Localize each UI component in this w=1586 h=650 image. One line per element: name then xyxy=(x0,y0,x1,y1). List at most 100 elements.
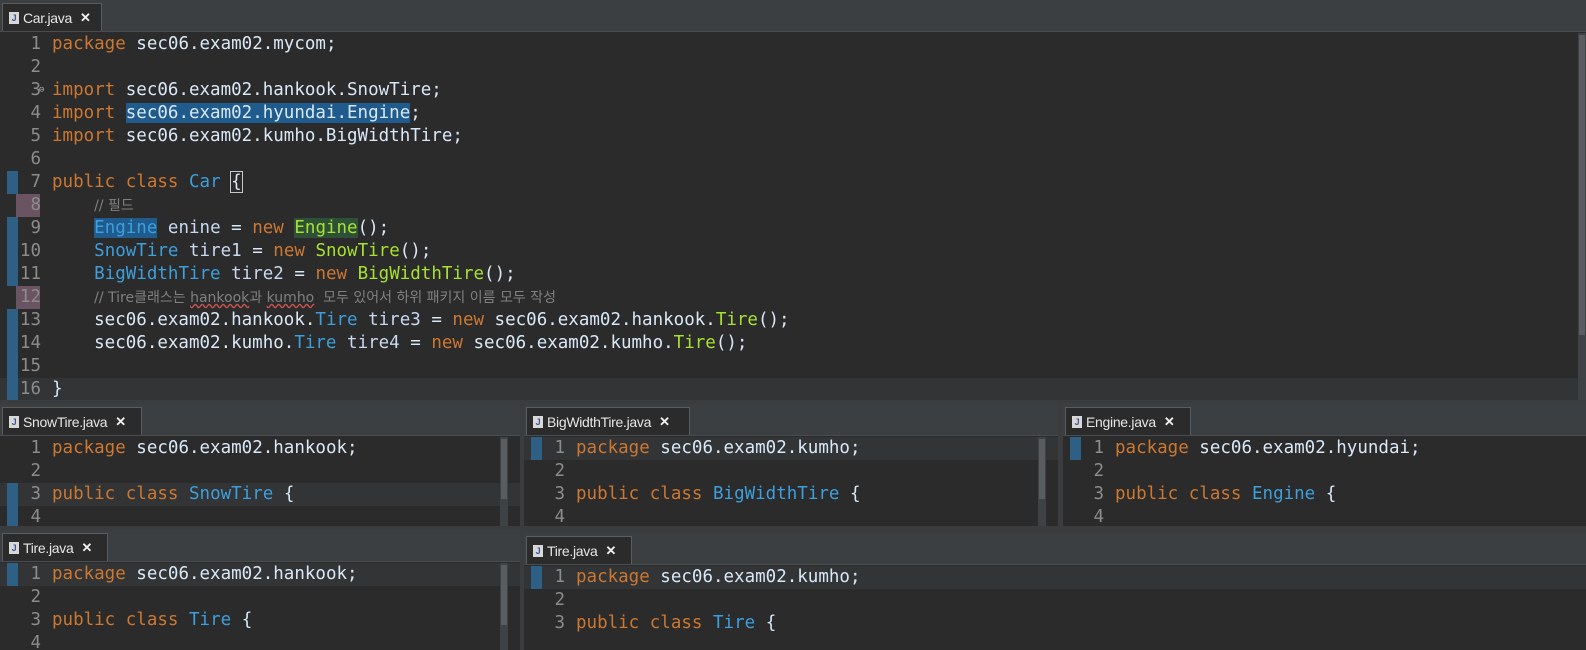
code-line[interactable]: 3 ⊖ import sec06.exam02.hankook.SnowTire; xyxy=(0,79,1586,102)
java-file-icon: J xyxy=(1072,415,1082,428)
code-line[interactable]: 2 xyxy=(0,56,1586,79)
tab-bar: J Tire.java ✕ xyxy=(0,530,520,562)
tab-bar: J Car.java ✕ xyxy=(0,0,1586,32)
line-number: 3 xyxy=(1093,484,1104,504)
editor-pane-engine[interactable]: J Engine.java ✕ 1 package sec06.exam02.hy… xyxy=(1063,404,1586,526)
code-area[interactable]: 1 package sec06.exam02.kumho; 2 3 public cla… xyxy=(524,437,1058,526)
code-text: import sec06.exam02.hyundai.Engine; xyxy=(52,103,421,123)
code-text: public class BigWidthTire { xyxy=(576,484,861,504)
close-icon[interactable]: ✕ xyxy=(1164,414,1175,430)
tab-label: Tire.java xyxy=(23,539,74,556)
code-line[interactable]: 14 sec06.exam02.kumho.Tire tire4 = new s… xyxy=(0,332,1586,355)
code-line[interactable]: 2 xyxy=(1063,460,1586,483)
vertical-scrollbar[interactable] xyxy=(1038,437,1046,526)
code-text: public class Car { xyxy=(52,171,243,193)
code-text: public class Engine { xyxy=(1115,484,1337,504)
code-line[interactable]: 1 package sec06.exam02.hankook; xyxy=(0,563,520,586)
code-text: BigWidthTire tire2 = new BigWidthTire(); xyxy=(94,264,516,284)
line-number: 2 xyxy=(30,587,41,607)
java-file-icon: J xyxy=(533,544,543,557)
tab-snowtire-java[interactable]: J SnowTire.java ✕ xyxy=(2,407,142,435)
line-number: 4 xyxy=(554,507,565,526)
code-line[interactable]: 3 public class SnowTire { xyxy=(0,483,520,506)
code-line[interactable]: 4 xyxy=(0,506,520,526)
code-line[interactable]: 1 package sec06.exam02.kumho; xyxy=(524,566,1586,589)
code-text: public class SnowTire { xyxy=(52,484,295,504)
line-number: 2 xyxy=(554,461,565,481)
code-line[interactable]: 1 package sec06.exam02.kumho; xyxy=(524,437,1058,460)
code-line[interactable]: 4 import sec06.exam02.hyundai.Engine; xyxy=(0,102,1586,125)
code-line[interactable]: 2 xyxy=(524,460,1058,483)
line-number: 3 xyxy=(30,484,41,504)
tab-tire-java[interactable]: J Tire.java ✕ xyxy=(2,533,108,561)
line-number: 14 xyxy=(19,333,41,353)
code-text: SnowTire tire1 = new SnowTire(); xyxy=(94,241,432,261)
line-number: 10 xyxy=(19,241,41,261)
close-icon[interactable]: ✕ xyxy=(81,540,92,556)
line-number: 11 xyxy=(19,264,41,284)
code-line[interactable]: 4 xyxy=(524,506,1058,526)
tab-label: Engine.java xyxy=(1086,413,1156,430)
code-text: import sec06.exam02.kumho.BigWidthTire; xyxy=(52,126,463,146)
editor-pane-tire-hankook[interactable]: J Tire.java ✕ 1 package sec06.exam02.hank… xyxy=(0,530,520,650)
code-line[interactable]: 16} xyxy=(0,378,1586,400)
code-text: public class Tire { xyxy=(576,613,777,633)
code-line[interactable]: 1 package sec06.exam02.hankook; xyxy=(0,437,520,460)
code-line[interactable]: 15 xyxy=(0,355,1586,378)
code-line[interactable]: 2 xyxy=(0,586,520,609)
code-line[interactable]: 3 public class Engine { xyxy=(1063,483,1586,506)
tab-engine-java[interactable]: J Engine.java ✕ xyxy=(1065,407,1191,435)
code-line[interactable]: 2 xyxy=(0,460,520,483)
code-area[interactable]: 1 package sec06.exam02.kumho; 2 3 public cla… xyxy=(524,566,1586,650)
code-area[interactable]: 1 package sec06.exam02.hankook; 2 3 public c… xyxy=(0,437,520,526)
code-line[interactable]: 6 xyxy=(0,148,1586,171)
tab-label: Car.java xyxy=(23,9,72,26)
vertical-scrollbar[interactable] xyxy=(500,563,508,650)
close-icon[interactable]: ✕ xyxy=(115,414,126,430)
editor-pane-tire-kumho[interactable]: J Tire.java ✕ 1 package sec06.exam02.kumh… xyxy=(524,533,1586,650)
editor-pane-bigwidthtire[interactable]: J BigWidthTire.java ✕ 1 package sec06.exa… xyxy=(524,404,1058,526)
close-icon[interactable]: ✕ xyxy=(659,414,670,430)
code-line[interactable]: 3 public class Tire { xyxy=(524,612,1586,635)
code-line[interactable]: 1 package sec06.exam02.hyundai; xyxy=(1063,437,1586,460)
tab-bar: J Tire.java ✕ xyxy=(524,533,1586,565)
code-line[interactable]: 4 xyxy=(1063,506,1586,526)
editor-pane-snowtire[interactable]: J SnowTire.java ✕ 1 package sec06.exam02.… xyxy=(0,404,520,526)
vertical-scrollbar[interactable] xyxy=(500,437,508,526)
code-line[interactable]: 2 xyxy=(524,589,1586,612)
code-line[interactable]: 12 // Tire클래스는 hankook과 kumho 모두 있어서 하위 … xyxy=(0,286,1586,309)
code-text: package sec06.exam02.hankook; xyxy=(52,438,358,458)
code-line[interactable]: 13 sec06.exam02.hankook.Tire tire3 = new… xyxy=(0,309,1586,332)
line-number: 12 xyxy=(19,287,41,307)
code-line[interactable]: 4 xyxy=(0,632,520,650)
line-number: 3 xyxy=(554,484,565,504)
code-line[interactable]: 9 Engine enine = new Engine(); xyxy=(0,217,1586,240)
code-line[interactable]: 11 BigWidthTire tire2 = new BigWidthTire… xyxy=(0,263,1586,286)
line-number: 16 xyxy=(19,379,41,399)
tab-tire-java[interactable]: J Tire.java ✕ xyxy=(526,536,632,564)
code-line[interactable]: 10 SnowTire tire1 = new SnowTire(); xyxy=(0,240,1586,263)
line-number: 1 xyxy=(554,438,565,458)
tab-car-java[interactable]: J Car.java ✕ xyxy=(2,3,102,31)
tab-bigwidthtire-java[interactable]: J BigWidthTire.java ✕ xyxy=(526,407,690,435)
line-number: 6 xyxy=(30,149,41,169)
close-icon[interactable]: ✕ xyxy=(605,543,616,559)
code-line[interactable]: 3 public class BigWidthTire { xyxy=(524,483,1058,506)
code-text: package sec06.exam02.hyundai; xyxy=(1115,438,1421,458)
code-line[interactable]: 8 // 필드 xyxy=(0,194,1586,217)
code-text: import sec06.exam02.hankook.SnowTire; xyxy=(52,80,442,100)
code-line[interactable]: 7 public class Car { xyxy=(0,171,1586,194)
close-icon[interactable]: ✕ xyxy=(80,10,91,26)
editor-pane-car[interactable]: J Car.java ✕ 1 package sec06.exam02.mycom… xyxy=(0,0,1586,400)
code-area[interactable]: 1 package sec06.exam02.hankook; 2 3 public c… xyxy=(0,563,520,650)
code-line[interactable]: 5 import sec06.exam02.kumho.BigWidthTire; xyxy=(0,125,1586,148)
code-line[interactable]: 1 package sec06.exam02.mycom; xyxy=(0,33,1586,56)
code-area[interactable]: 1 package sec06.exam02.hyundai; 2 3 public c… xyxy=(1063,437,1586,526)
java-file-icon: J xyxy=(9,541,19,554)
code-text: package sec06.exam02.hankook; xyxy=(52,564,358,584)
code-area[interactable]: 1 package sec06.exam02.mycom; 2 3 ⊖ import se… xyxy=(0,33,1586,400)
line-number: 8 xyxy=(30,195,41,215)
fold-icon[interactable]: ⊖ xyxy=(39,86,44,95)
code-line[interactable]: 3 public class Tire { xyxy=(0,609,520,632)
vertical-scrollbar[interactable] xyxy=(1578,33,1586,400)
